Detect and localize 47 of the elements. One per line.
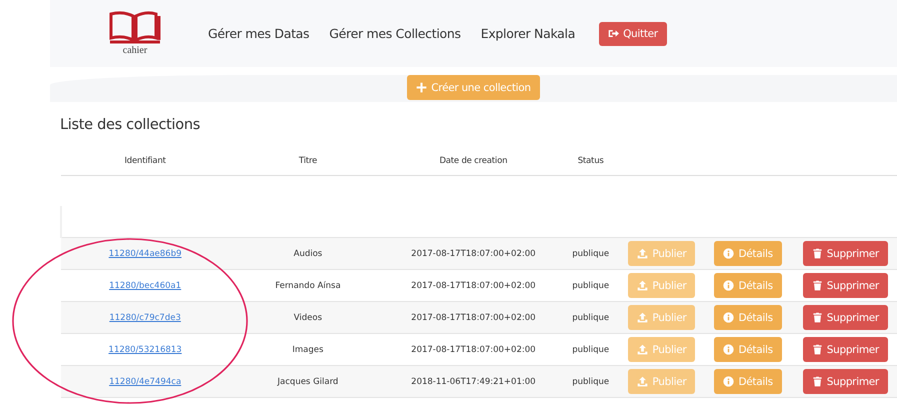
table-cell: publique [560, 302, 622, 334]
column-header: Status [560, 147, 622, 176]
upload-icon [637, 248, 648, 259]
trash-icon [812, 280, 823, 291]
upload-icon [637, 344, 648, 355]
table-cell: 2017-08-17T18:07:00+02:00 [386, 302, 560, 334]
identifier-link[interactable]: 11280/4e7494ca [109, 376, 182, 386]
trash-icon [812, 312, 823, 323]
delete-button[interactable]: Supprimer [802, 369, 888, 394]
identifier-link[interactable]: 11280/44ae86b9 [108, 248, 182, 258]
table-cell: publique [560, 238, 622, 270]
identifier-link[interactable]: 11280/bec460a1 [109, 280, 182, 290]
nav-link[interactable]: Explorer Nakala [480, 26, 576, 41]
table-cell: 2018-11-06T17:49:21+01:00 [386, 366, 560, 398]
delete-button[interactable]: Supprimer [802, 305, 888, 330]
upload-icon [637, 312, 648, 323]
table-cell: Videos [229, 302, 387, 334]
upload-icon [637, 376, 648, 387]
identifier-link[interactable]: 11280/c79c7de3 [109, 312, 181, 322]
info-icon [723, 280, 734, 291]
column-header: Date de creation [386, 147, 560, 176]
logo-caption: cahier [122, 45, 148, 56]
delete-button[interactable]: Supprimer [802, 273, 888, 298]
delete-button[interactable]: Supprimer [802, 241, 888, 266]
identifier-link[interactable]: 11280/53216813 [108, 344, 182, 354]
plus-icon [416, 82, 428, 93]
trash-icon [812, 248, 823, 259]
info-icon [723, 376, 734, 387]
trash-icon [812, 344, 823, 355]
delete-button[interactable]: Supprimer [802, 337, 888, 362]
info-icon [723, 312, 734, 323]
book-logo-icon [108, 11, 162, 45]
quit-button[interactable]: Quitter [599, 22, 667, 46]
nav-link[interactable]: Gérer mes Collections [329, 26, 461, 41]
trash-icon [812, 376, 823, 387]
column-header: Titre [229, 147, 387, 176]
table-cell: Audios [229, 238, 387, 270]
upload-icon [637, 280, 648, 291]
table-cell: Jacques Gilard [229, 366, 387, 398]
page-title: Liste des collections [60, 117, 201, 133]
info-icon [723, 248, 734, 259]
table-cell: publique [560, 366, 622, 398]
info-icon [723, 344, 734, 355]
nav-link[interactable]: Gérer mes Datas [208, 26, 310, 41]
table-cell: 2017-08-17T18:07:00+02:00 [386, 238, 560, 270]
column-header: Identifiant [61, 147, 230, 176]
sign-out-icon [608, 28, 620, 39]
